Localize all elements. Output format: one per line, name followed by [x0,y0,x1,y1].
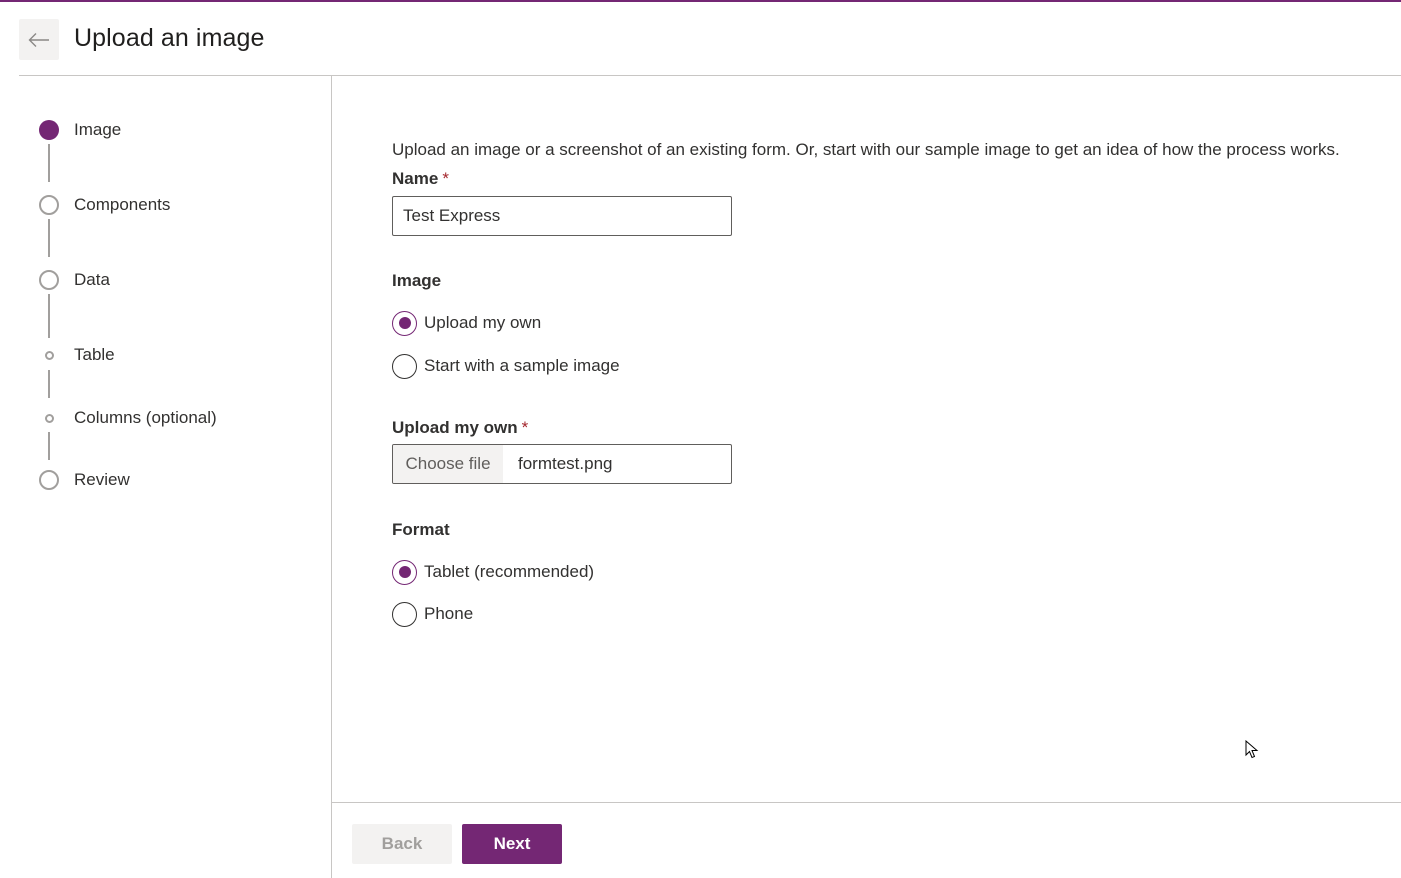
step-label: Image [74,120,122,139]
file-upload-input[interactable]: Choose file formtest.png [392,444,732,484]
page-header: Upload an image [0,2,1401,77]
step-table: Table [0,343,331,367]
radio-tablet[interactable]: Tablet (recommended) [392,559,594,585]
step-label: Table [74,345,115,364]
radio-unchecked-icon[interactable] [392,601,417,627]
step-label: Columns (optional) [74,408,217,427]
arrow-left-icon [28,32,49,47]
radio-label: Phone [424,604,474,623]
form-description: Upload an image or a screenshot of an ex… [392,140,1340,159]
step-connector [48,370,50,398]
required-indicator: * [442,169,449,188]
step-label: Components [74,195,171,214]
substep-pending-icon [44,350,54,360]
radio-phone[interactable]: Phone [392,601,473,627]
radio-upload-my-own[interactable]: Upload my own [392,310,541,336]
mouse-cursor-icon [1245,740,1259,759]
step-connector [48,432,50,460]
step-pending-icon [39,270,59,290]
radio-label: Start with a sample image [424,356,620,375]
name-input[interactable] [392,196,732,236]
step-pending-icon [39,470,59,490]
footer-divider [332,802,1401,803]
back-button[interactable]: Back [352,824,452,864]
radio-label: Upload my own [424,313,542,332]
step-connector [48,294,50,338]
step-image: Image [0,118,331,142]
step-columns: Columns (optional) [0,406,331,430]
selected-file-name: formtest.png [518,454,613,473]
radio-unchecked-icon[interactable] [392,353,417,379]
step-review: Review [0,468,331,492]
radio-checked-icon[interactable] [392,559,417,585]
upload-label: Upload my own * [392,418,529,437]
image-group-label: Image [392,271,442,290]
step-connector [48,144,50,182]
radio-sample-image[interactable]: Start with a sample image [392,353,620,379]
step-active-icon [39,120,59,140]
back-arrow-button[interactable] [19,19,59,60]
page-title: Upload an image [74,24,265,52]
next-button[interactable]: Next [462,824,562,864]
radio-label: Tablet (recommended) [424,562,595,581]
choose-file-button[interactable]: Choose file [393,445,503,483]
upload-form: Upload an image or a screenshot of an ex… [332,76,1401,802]
step-components: Components [0,193,331,217]
format-group-label: Format [392,520,450,539]
required-indicator: * [521,418,529,437]
name-label: Name * [392,169,449,188]
substep-pending-icon [44,413,54,423]
radio-checked-icon[interactable] [392,310,417,336]
step-label: Review [74,470,130,489]
step-label: Data [74,270,110,289]
step-data: Data [0,268,331,292]
step-connector [48,219,50,257]
wizard-stepper: Image Components Data Table Columns (opt… [0,76,331,878]
step-pending-icon [39,195,59,215]
